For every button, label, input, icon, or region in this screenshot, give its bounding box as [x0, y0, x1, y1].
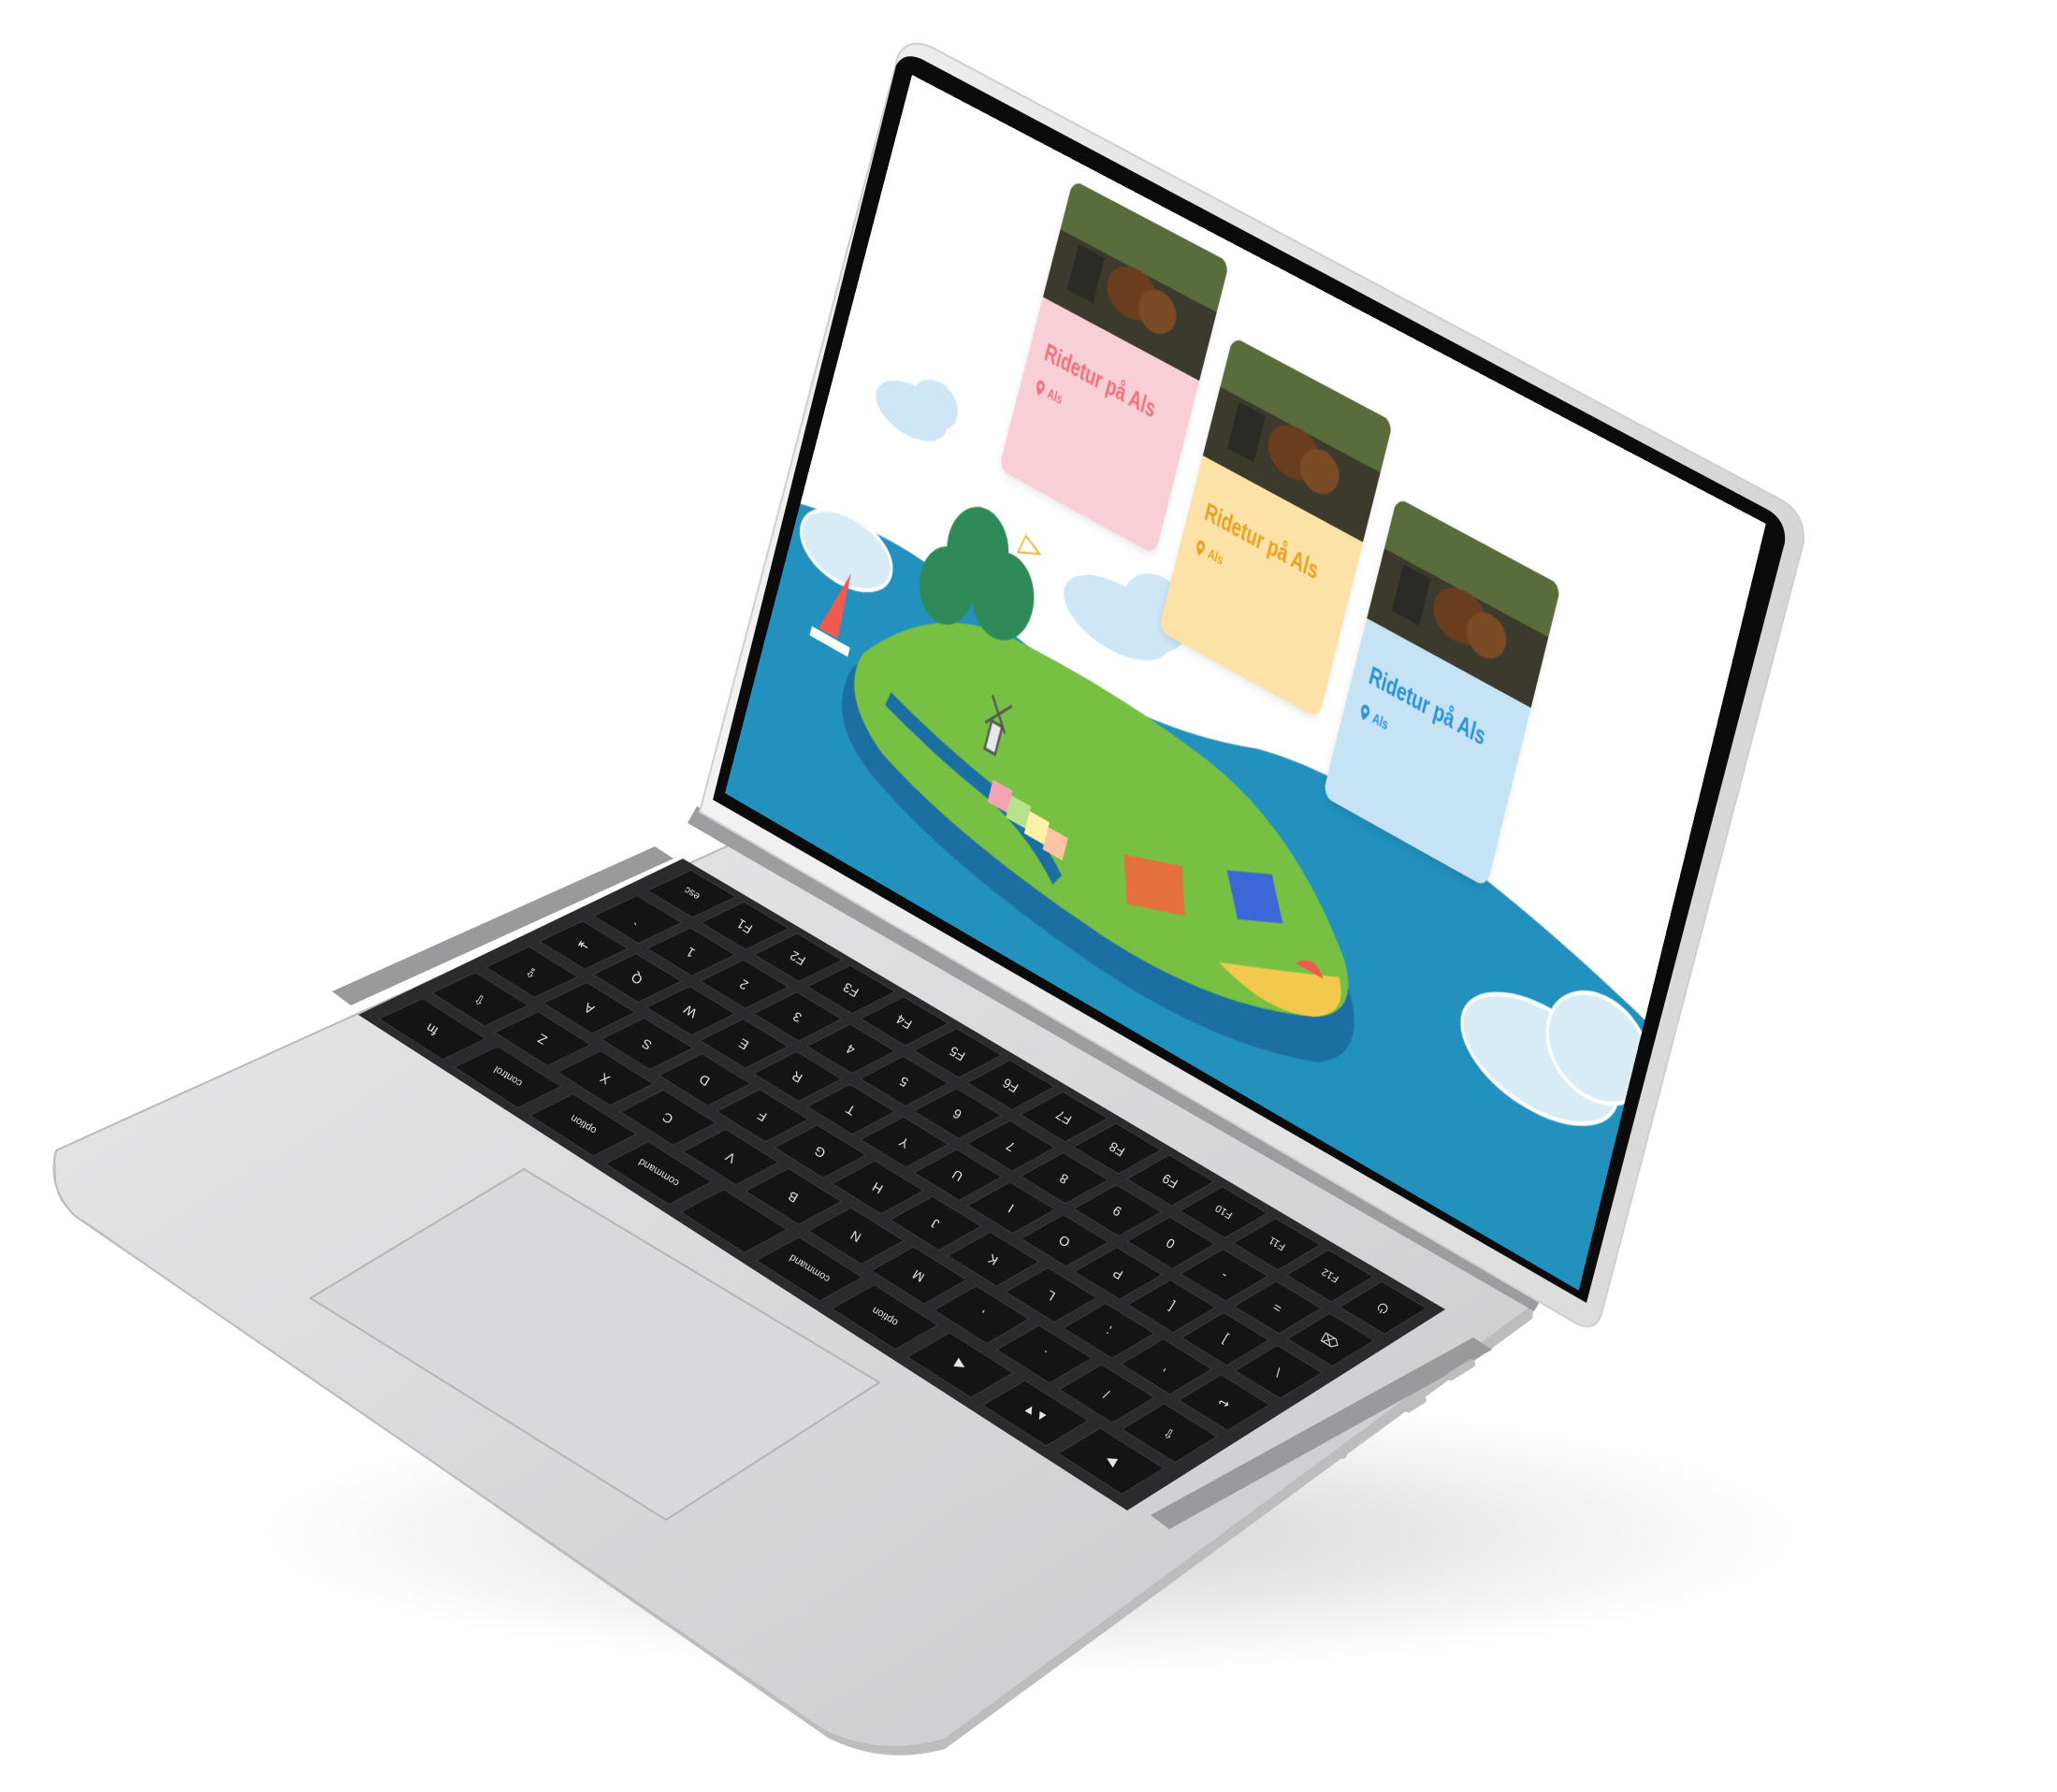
location-pin-icon — [1358, 702, 1371, 723]
card-location-text: Als — [1046, 384, 1065, 408]
card-location: Als — [1194, 539, 1225, 569]
card-location-text: Als — [1206, 544, 1225, 569]
paper-plane-icon — [1018, 534, 1042, 563]
card-title[interactable]: Ridetur på Als — [1202, 499, 1321, 586]
laptop-mockup-scene: esc F1 F2 F3 F4 F5 F6 F7 F8 F9 F10 F11 F12 ⏻ ` 1 2 3 4 5 6 7 8… — [0, 0, 2057, 1787]
card-title[interactable]: Ridetur på Als — [1366, 662, 1488, 753]
card-location: Als — [1034, 379, 1065, 408]
card-location: Als — [1358, 702, 1390, 733]
card-location-text: Als — [1370, 709, 1390, 733]
location-pin-icon — [1194, 539, 1207, 558]
location-pin-icon — [1034, 379, 1047, 398]
card-title[interactable]: Ridetur på Als — [1042, 339, 1158, 424]
port-3 — [1338, 1450, 1347, 1459]
